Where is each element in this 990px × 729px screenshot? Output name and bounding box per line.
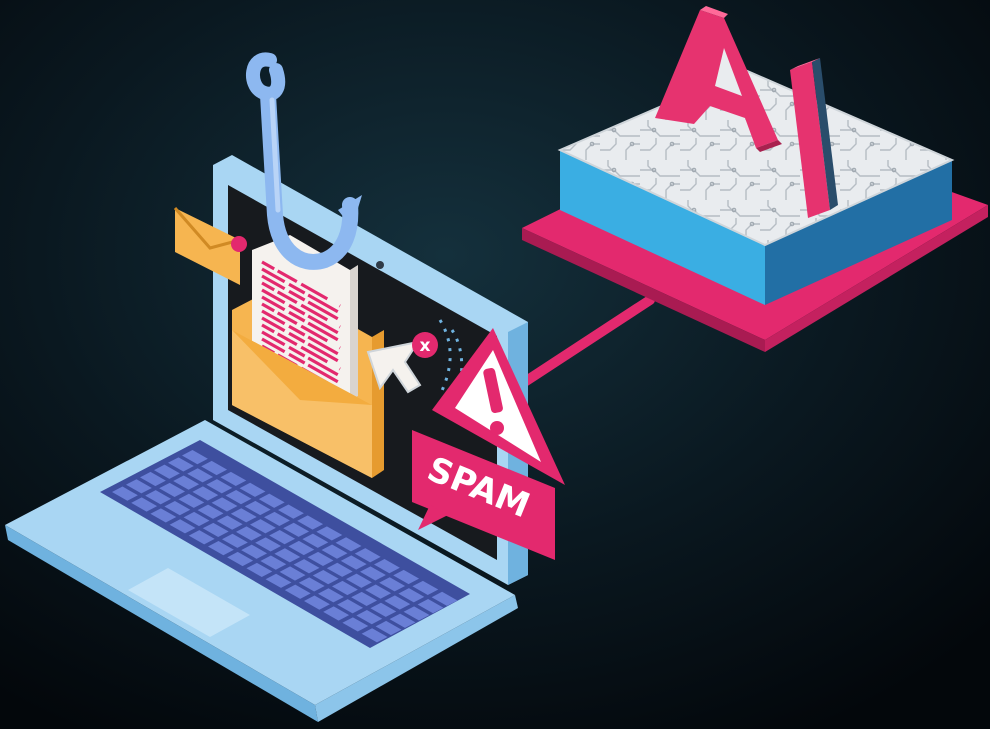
close-icon: x (412, 332, 438, 358)
close-glyph: x (420, 336, 431, 356)
webcam-dot (376, 261, 384, 269)
phishing-ai-illustration: AI (0, 0, 990, 729)
notification-dot-icon (231, 236, 247, 252)
